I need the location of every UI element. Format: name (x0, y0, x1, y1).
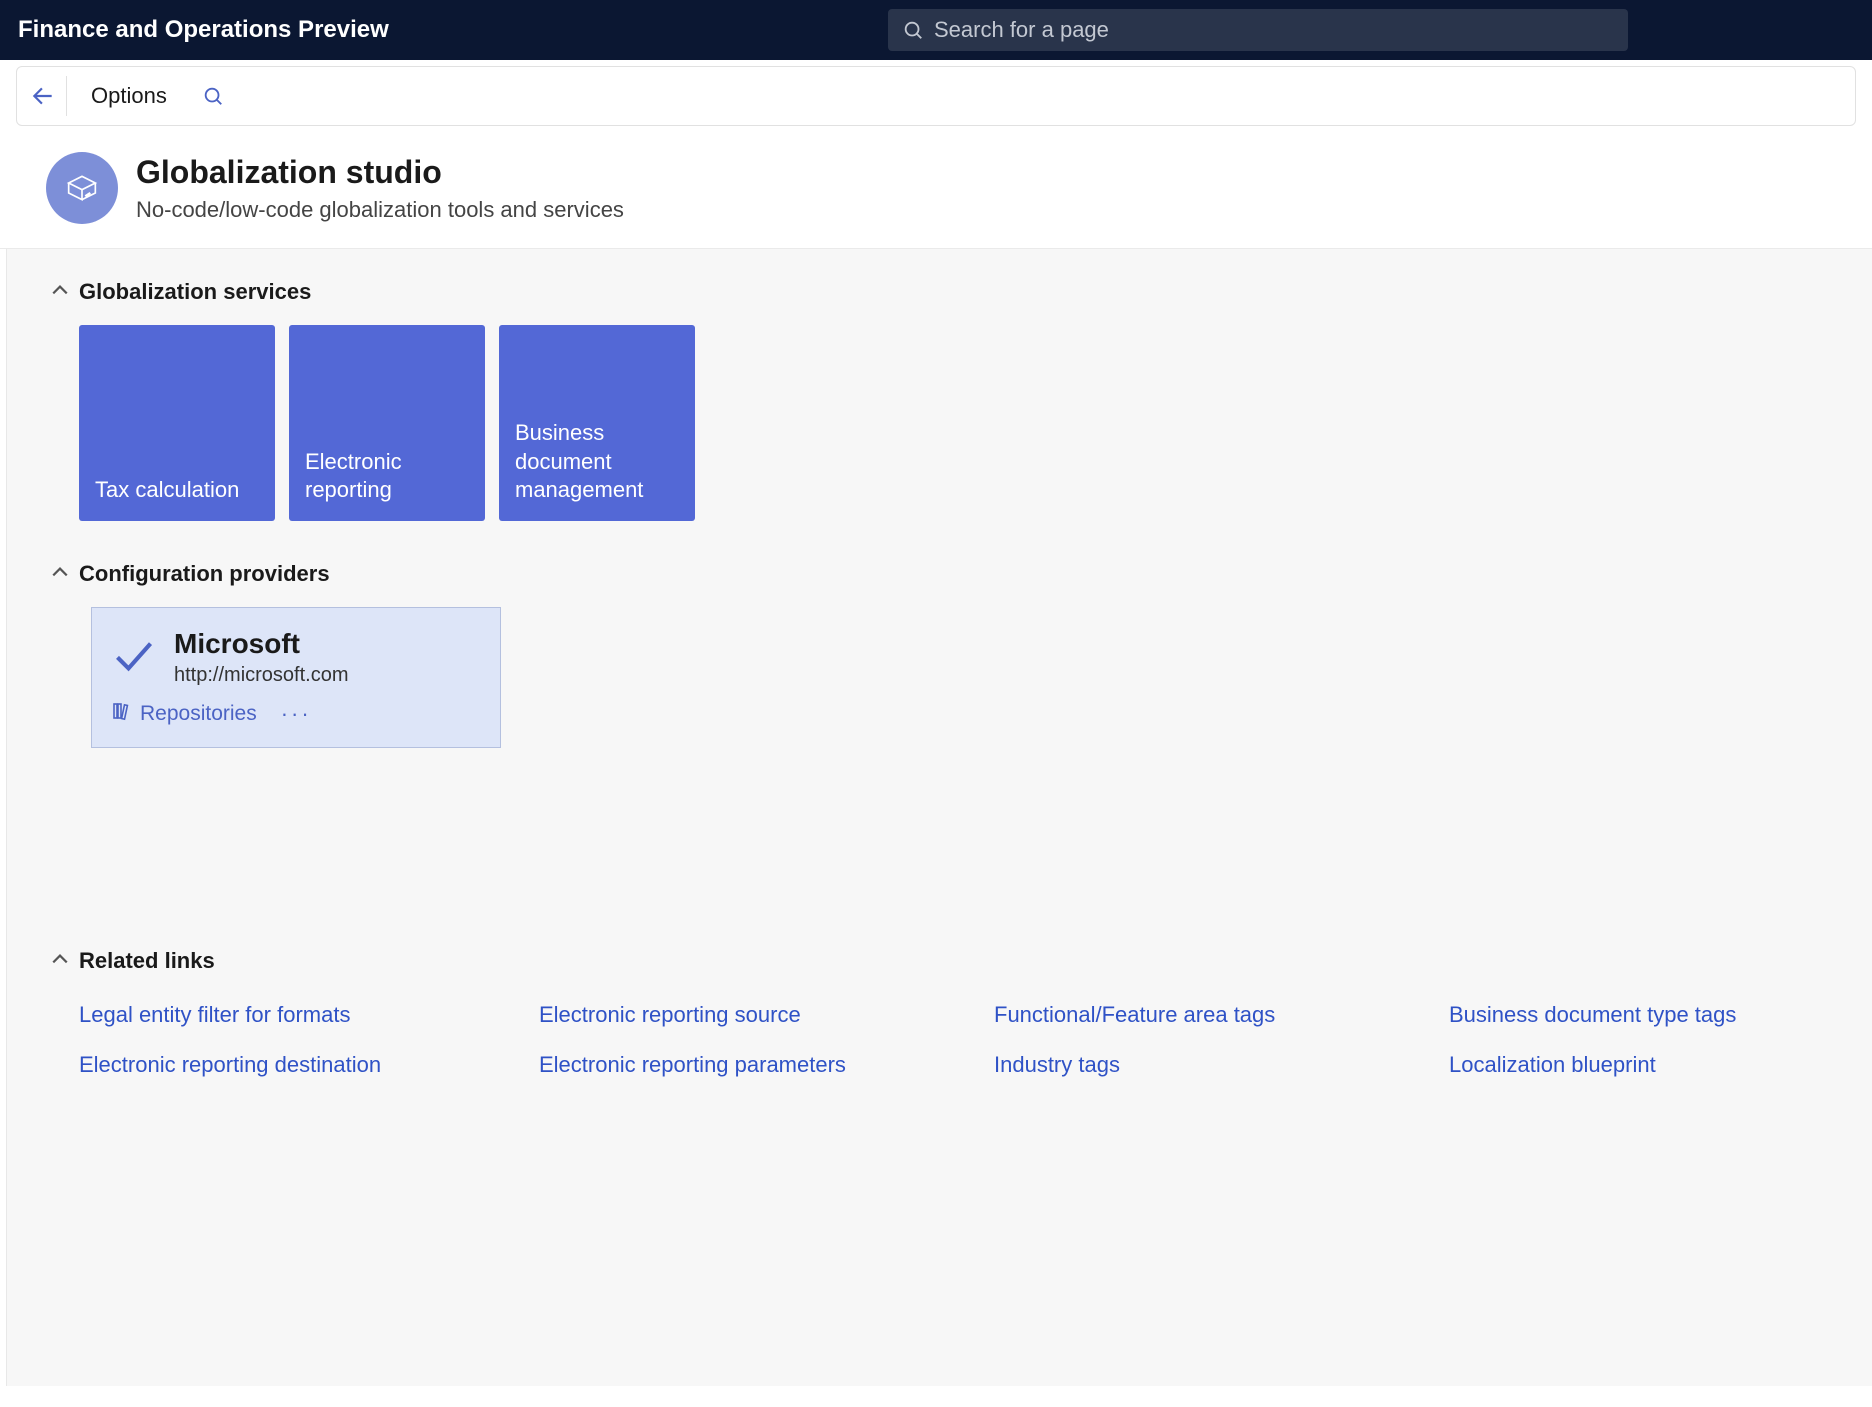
page-title: Globalization studio (136, 154, 624, 191)
link-business-doc-type-tags[interactable]: Business document type tags (1449, 1002, 1779, 1028)
chevron-up-icon (51, 561, 69, 587)
section-title-providers: Configuration providers (79, 561, 330, 587)
section-title-services: Globalization services (79, 279, 311, 305)
action-search-button[interactable] (193, 76, 233, 116)
provider-top: Microsoft http://microsoft.com (92, 608, 500, 701)
globalization-studio-icon (46, 152, 118, 224)
global-search-input[interactable] (934, 17, 1614, 43)
provider-info: Microsoft http://microsoft.com (174, 628, 349, 687)
provider-name: Microsoft (174, 628, 349, 660)
provider-url: http://microsoft.com (174, 664, 349, 687)
tile-label: Electronic reporting (305, 448, 469, 505)
tile-business-document-management[interactable]: Business document management (499, 325, 695, 521)
page-header: Globalization studio No-code/low-code gl… (0, 126, 1872, 249)
global-search[interactable] (888, 9, 1628, 51)
link-localization-blueprint[interactable]: Localization blueprint (1449, 1052, 1779, 1078)
section-title-related: Related links (79, 948, 215, 974)
app-title: Finance and Operations Preview (18, 16, 888, 44)
page-subtitle: No-code/low-code globalization tools and… (136, 197, 624, 223)
section-toggle-services[interactable]: Globalization services (51, 279, 1828, 305)
action-bar: Options (16, 66, 1856, 126)
books-icon (112, 701, 132, 727)
section-toggle-related[interactable]: Related links (51, 948, 1828, 974)
link-er-destination[interactable]: Electronic reporting destination (79, 1052, 539, 1078)
link-er-source[interactable]: Electronic reporting source (539, 1002, 994, 1028)
repositories-link[interactable]: Repositories (112, 701, 257, 727)
tile-electronic-reporting[interactable]: Electronic reporting (289, 325, 485, 521)
back-button[interactable] (27, 76, 67, 116)
top-bar: Finance and Operations Preview (0, 0, 1872, 60)
link-functional-tags[interactable]: Functional/Feature area tags (994, 1002, 1449, 1028)
link-legal-entity-filter[interactable]: Legal entity filter for formats (79, 1002, 539, 1028)
related-links-grid: Legal entity filter for formats Electron… (79, 1002, 1828, 1078)
chevron-up-icon (51, 279, 69, 305)
page-title-block: Globalization studio No-code/low-code gl… (136, 154, 624, 223)
link-industry-tags[interactable]: Industry tags (994, 1052, 1449, 1078)
repositories-label: Repositories (140, 702, 257, 726)
section-toggle-providers[interactable]: Configuration providers (51, 561, 1828, 587)
service-tiles: Tax calculation Electronic reporting Bus… (79, 325, 1828, 521)
search-icon (902, 19, 924, 41)
content-area: Globalization services Tax calculation E… (6, 249, 1872, 1386)
tile-label: Business document management (515, 419, 679, 505)
checkmark-icon (112, 634, 156, 683)
tile-tax-calculation[interactable]: Tax calculation (79, 325, 275, 521)
provider-bottom: Repositories ··· (92, 701, 500, 747)
chevron-up-icon (51, 948, 69, 974)
related-links-section: Related links Legal entity filter for fo… (51, 948, 1828, 1078)
more-actions-button[interactable]: ··· (281, 701, 312, 727)
link-er-parameters[interactable]: Electronic reporting parameters (539, 1052, 994, 1078)
tile-label: Tax calculation (95, 476, 239, 505)
options-menu[interactable]: Options (79, 83, 179, 109)
provider-card-microsoft[interactable]: Microsoft http://microsoft.com Repositor… (91, 607, 501, 748)
